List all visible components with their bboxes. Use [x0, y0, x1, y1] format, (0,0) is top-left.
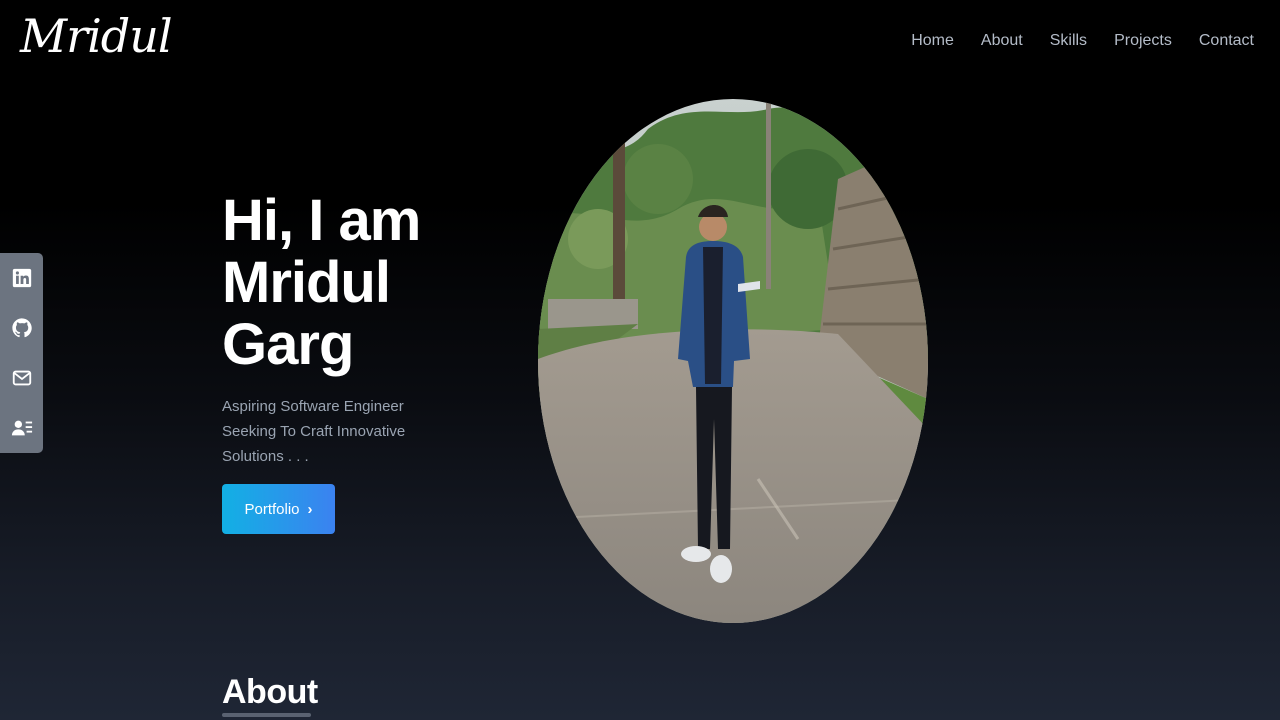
- nav-home[interactable]: Home: [911, 30, 954, 52]
- portfolio-button-label: Portfolio: [244, 500, 300, 518]
- nav-skills[interactable]: Skills: [1050, 30, 1087, 52]
- about-heading-underline: [222, 713, 311, 717]
- mail-icon: [12, 370, 31, 386]
- about-heading: About: [222, 673, 318, 711]
- linkedin-icon: [12, 268, 31, 288]
- profile-photo: [538, 99, 928, 623]
- linkedin-link[interactable]: [0, 253, 43, 303]
- hero-greeting: Hi, I am: [222, 188, 421, 253]
- nav-projects[interactable]: Projects: [1114, 30, 1172, 52]
- nav-about[interactable]: About: [981, 30, 1023, 52]
- hero-last-name: Garg: [222, 312, 354, 377]
- nav-contact[interactable]: Contact: [1199, 30, 1254, 52]
- resume-icon: [11, 420, 32, 436]
- resume-link[interactable]: [0, 403, 43, 453]
- hero-subtitle: Aspiring Software Engineer Seeking To Cr…: [222, 398, 406, 465]
- hero-first-name: Mridul: [222, 250, 391, 315]
- github-link[interactable]: [0, 303, 43, 353]
- email-link[interactable]: [0, 353, 43, 403]
- hero-heading: Hi, I am Mridul Garg: [222, 190, 522, 376]
- chevron-right-icon: ›: [307, 500, 313, 518]
- github-icon: [11, 318, 32, 338]
- logo[interactable]: Mridul: [20, 4, 173, 68]
- social-sidebar: [0, 253, 43, 453]
- main-nav: Home About Skills Projects Contact: [911, 30, 1254, 52]
- portfolio-button[interactable]: Portfolio ›: [222, 484, 335, 534]
